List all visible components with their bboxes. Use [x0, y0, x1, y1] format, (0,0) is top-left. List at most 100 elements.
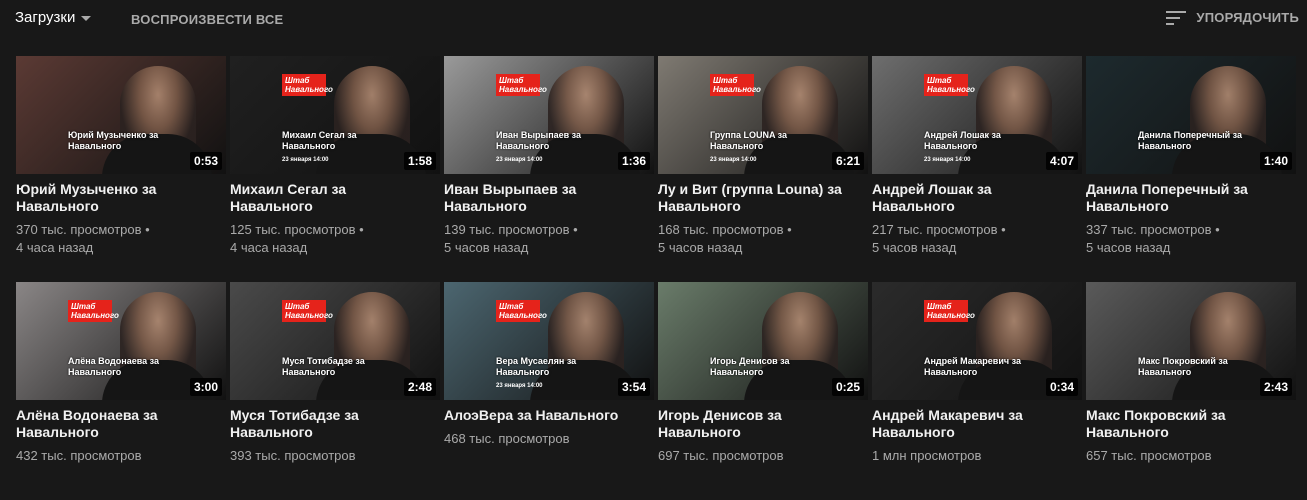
- video-thumbnail[interactable]: Макс Покровский за Навального 2:43: [1086, 282, 1296, 400]
- video-title[interactable]: Иван Вырыпаев за Навального: [444, 181, 644, 215]
- thumbnail-caption: Вера Мусаелян за Навального: [496, 356, 577, 377]
- thumbnail-date: 23 января 14:00: [924, 157, 971, 163]
- video-thumbnail[interactable]: Штаб Навального Вера Мусаелян за Навальн…: [444, 282, 654, 400]
- thumbnail-date: 23 января 14:00: [496, 157, 543, 163]
- playlist-label: Загрузки: [15, 9, 76, 26]
- duration-badge: 6:21: [831, 152, 864, 170]
- duration-badge: 0:25: [831, 378, 864, 396]
- sort-label: УПОРЯДОЧИТЬ: [1196, 10, 1299, 25]
- video-thumbnail[interactable]: Игорь Денисов за Навального 0:25: [658, 282, 868, 400]
- video-title[interactable]: Данила Поперечный за Навального: [1086, 181, 1286, 215]
- video-thumbnail[interactable]: Юрий Музыченко за Навального 0:53: [16, 56, 226, 174]
- video-card[interactable]: Игорь Денисов за Навального 0:25 Игорь Д…: [658, 282, 868, 500]
- video-card[interactable]: Штаб Навального Иван Вырыпаев за Навальн…: [444, 56, 654, 274]
- video-thumbnail[interactable]: Штаб Навального Андрей Макаревич за Нава…: [872, 282, 1082, 400]
- view-count: 657 тыс. просмотров: [1086, 448, 1212, 463]
- duration-badge: 2:43: [1259, 378, 1292, 396]
- thumbnail-date: 23 января 14:00: [496, 383, 543, 389]
- view-count: 1 млн просмотров: [872, 448, 982, 463]
- video-card[interactable]: Штаб Навального Андрей Макаревич за Нава…: [872, 282, 1082, 500]
- video-metadata: 1 млн просмотров: [872, 447, 1082, 465]
- video-title[interactable]: Юрий Музыченко за Навального: [16, 181, 216, 215]
- video-metadata: 217 тыс. просмотров • 5 часов назад: [872, 221, 1082, 257]
- playlist-header: Загрузки ВОСПРОИЗВЕСТИ ВСЕ УПОРЯДОЧИТЬ: [0, 0, 1307, 40]
- video-title[interactable]: Игорь Денисов за Навального: [658, 407, 858, 441]
- video-metadata: 125 тыс. просмотров • 4 часа назад: [230, 221, 440, 257]
- video-title[interactable]: Андрей Макаревич за Навального: [872, 407, 1072, 441]
- duration-badge: 0:34: [1045, 378, 1078, 396]
- brand-logo: Штаб Навального: [282, 300, 333, 322]
- view-count: 139 тыс. просмотров •: [444, 222, 578, 237]
- video-title[interactable]: Андрей Лошак за Навального: [872, 181, 1072, 215]
- thumbnail-caption: Андрей Макаревич за Навального: [924, 356, 1021, 377]
- video-card[interactable]: Штаб Навального Михаил Сегал за Навально…: [230, 56, 440, 274]
- video-metadata: 370 тыс. просмотров • 4 часа назад: [16, 221, 226, 257]
- video-card[interactable]: Штаб Навального Группа LOUNA за Навально…: [658, 56, 868, 274]
- video-card[interactable]: Штаб Навального Алёна Водонаева за Навал…: [16, 282, 226, 500]
- video-card[interactable]: Штаб Навального Вера Мусаелян за Навальн…: [444, 282, 654, 500]
- view-count: 168 тыс. просмотров •: [658, 222, 792, 237]
- duration-badge: 4:07: [1045, 152, 1078, 170]
- video-metadata: 139 тыс. просмотров • 5 часов назад: [444, 221, 654, 257]
- duration-badge: 0:53: [189, 152, 222, 170]
- video-card[interactable]: Данила Поперечный за Навального 1:40 Дан…: [1086, 56, 1296, 274]
- video-title[interactable]: Муся Тотибадзе за Навального: [230, 407, 430, 441]
- sort-button[interactable]: УПОРЯДОЧИТЬ: [1166, 10, 1299, 25]
- sort-icon: [1166, 10, 1187, 25]
- duration-badge: 2:48: [403, 378, 436, 396]
- upload-age: 4 часа назад: [230, 240, 308, 255]
- view-count: 393 тыс. просмотров: [230, 448, 356, 463]
- play-all-button[interactable]: ВОСПРОИЗВЕСТИ ВСЕ: [131, 12, 283, 27]
- video-card[interactable]: Штаб Навального Муся Тотибадзе за Наваль…: [230, 282, 440, 500]
- video-metadata: 168 тыс. просмотров • 5 часов назад: [658, 221, 868, 257]
- video-thumbnail[interactable]: Штаб Навального Муся Тотибадзе за Наваль…: [230, 282, 440, 400]
- video-title[interactable]: Лу и Вит (группа Louna) за Навального: [658, 181, 858, 215]
- thumbnail-caption: Иван Вырыпаев за Навального: [496, 130, 582, 151]
- view-count: 697 тыс. просмотров: [658, 448, 784, 463]
- video-metadata: 432 тыс. просмотров: [16, 447, 226, 465]
- video-title[interactable]: Алёна Водонаева за Навального: [16, 407, 216, 441]
- duration-badge: 3:00: [189, 378, 222, 396]
- video-card[interactable]: Юрий Музыченко за Навального 0:53 Юрий М…: [16, 56, 226, 274]
- video-card[interactable]: Макс Покровский за Навального 2:43 Макс …: [1086, 282, 1296, 500]
- upload-age: 5 часов назад: [658, 240, 743, 255]
- video-thumbnail[interactable]: Штаб Навального Алёна Водонаева за Навал…: [16, 282, 226, 400]
- thumbnail-caption: Макс Покровский за Навального: [1138, 356, 1228, 377]
- video-thumbnail[interactable]: Штаб Навального Иван Вырыпаев за Навальн…: [444, 56, 654, 174]
- video-title[interactable]: Михаил Сегал за Навального: [230, 181, 430, 215]
- thumbnail-caption: Игорь Денисов за Навального: [710, 356, 790, 377]
- chevron-down-icon: [81, 16, 92, 21]
- thumbnail-caption: Юрий Музыченко за Навального: [68, 130, 159, 151]
- video-metadata: 697 тыс. просмотров: [658, 447, 868, 465]
- brand-logo: Штаб Навального: [924, 300, 975, 322]
- video-title[interactable]: Макс Покровский за Навального: [1086, 407, 1286, 441]
- video-title[interactable]: АлоэВера за Навального: [444, 407, 644, 424]
- video-metadata: 393 тыс. просмотров: [230, 447, 440, 465]
- video-thumbnail[interactable]: Данила Поперечный за Навального 1:40: [1086, 56, 1296, 174]
- video-metadata: 468 тыс. просмотров: [444, 430, 654, 448]
- video-thumbnail[interactable]: Штаб Навального Михаил Сегал за Навально…: [230, 56, 440, 174]
- brand-logo: Штаб Навального: [710, 74, 761, 96]
- video-card[interactable]: Штаб Навального Андрей Лошак за Навально…: [872, 56, 1082, 274]
- brand-logo: Штаб Навального: [68, 300, 119, 322]
- video-metadata: 657 тыс. просмотров: [1086, 447, 1296, 465]
- thumbnail-caption: Муся Тотибадзе за Навального: [282, 356, 365, 377]
- upload-age: 5 часов назад: [444, 240, 529, 255]
- view-count: 337 тыс. просмотров •: [1086, 222, 1220, 237]
- playlist-dropdown[interactable]: Загрузки: [15, 9, 92, 26]
- upload-age: 5 часов назад: [1086, 240, 1171, 255]
- duration-badge: 3:54: [617, 378, 650, 396]
- thumbnail-caption: Группа LOUNA за Навального: [710, 130, 788, 151]
- thumbnail-caption: Данила Поперечный за Навального: [1138, 130, 1243, 151]
- duration-badge: 1:58: [403, 152, 436, 170]
- duration-badge: 1:36: [617, 152, 650, 170]
- view-count: 432 тыс. просмотров: [16, 448, 142, 463]
- video-thumbnail[interactable]: Штаб Навального Группа LOUNA за Навально…: [658, 56, 868, 174]
- view-count: 217 тыс. просмотров •: [872, 222, 1006, 237]
- thumbnail-date: 23 января 14:00: [710, 157, 757, 163]
- brand-logo: Штаб Навального: [496, 74, 547, 96]
- upload-age: 5 часов назад: [872, 240, 957, 255]
- video-thumbnail[interactable]: Штаб Навального Андрей Лошак за Навально…: [872, 56, 1082, 174]
- thumbnail-caption: Алёна Водонаева за Навального: [68, 356, 159, 377]
- view-count: 370 тыс. просмотров •: [16, 222, 150, 237]
